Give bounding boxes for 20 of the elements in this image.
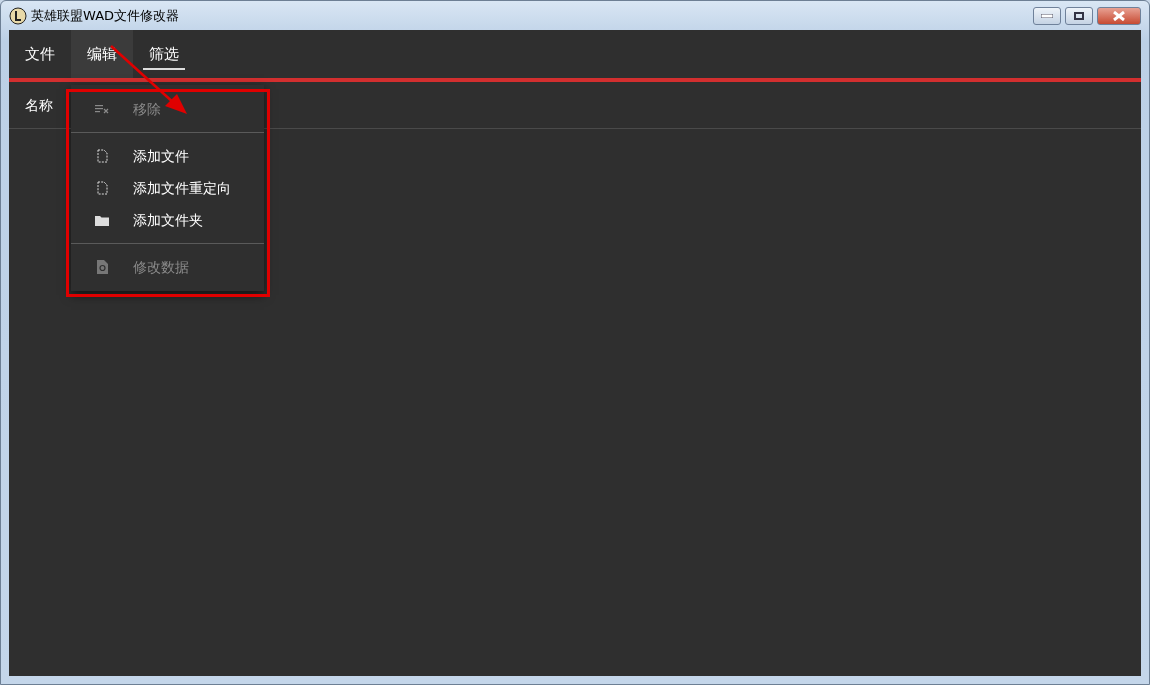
file-restore-icon <box>96 260 108 274</box>
clear-list-icon <box>95 104 109 114</box>
close-icon <box>1113 10 1125 21</box>
window-title: 英雄联盟WAD文件修改器 <box>31 6 180 25</box>
menu-item[interactable]: 添加文件夹 <box>71 204 264 236</box>
file-icon <box>96 149 108 163</box>
minimize-icon <box>1041 13 1053 18</box>
file-icon <box>96 181 108 195</box>
close-button[interactable] <box>1097 6 1141 25</box>
maximize-icon <box>1074 11 1084 20</box>
menu-item[interactable]: 添加文件重定向 <box>71 172 264 204</box>
menu-item[interactable]: 添加文件 <box>71 140 264 172</box>
menu-tab[interactable]: 筛选 <box>133 30 195 78</box>
menu-tab[interactable]: 文件 <box>9 30 71 78</box>
minimize-button[interactable] <box>1033 6 1061 25</box>
column-header: 名称 <box>25 95 53 115</box>
maximize-button[interactable] <box>1065 6 1093 25</box>
folder-icon <box>95 214 109 226</box>
menu-tab[interactable]: 编辑 <box>71 30 133 78</box>
app-icon <box>9 6 27 25</box>
